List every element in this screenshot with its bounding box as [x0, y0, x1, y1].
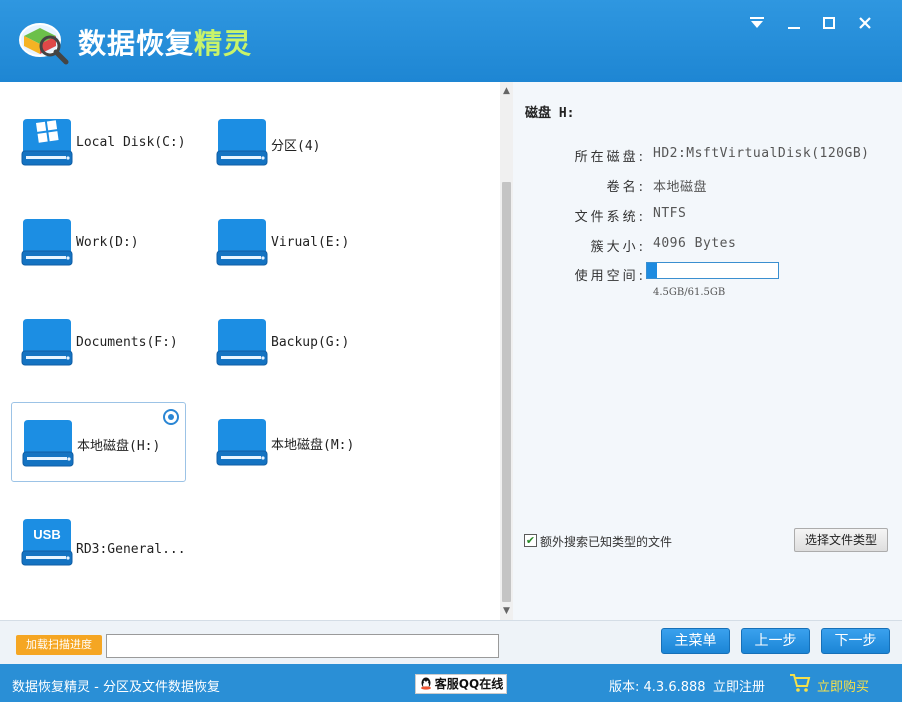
main-area: Local Disk(C:) 分区(4) Work(D:) Virual(E:)… — [0, 82, 902, 664]
buy-now-link[interactable]: 立即购买 — [817, 676, 869, 695]
status-app-description: 数据恢复精灵 - 分区及文件数据恢复 — [12, 680, 220, 695]
drive-icon — [216, 219, 268, 266]
bottom-toolbar: 加载扫描进度 主菜单 上一步 下一步 — [0, 620, 902, 664]
prev-step-button[interactable]: 上一步 — [741, 628, 810, 654]
disk-label: Virual(E:) — [271, 235, 350, 250]
drive-icon — [21, 219, 73, 266]
svg-text:USB: USB — [33, 527, 60, 542]
usage-progress-bar — [646, 262, 779, 279]
disk-item-d[interactable]: Work(D:) — [11, 202, 186, 282]
disk-item-m[interactable]: 本地磁盘(M:) — [206, 402, 381, 482]
scroll-up-icon[interactable]: ▲ — [500, 84, 513, 98]
disk-label: Local Disk(C:) — [76, 135, 186, 150]
disk-item-e[interactable]: Virual(E:) — [206, 202, 381, 282]
scan-progress-input[interactable] — [106, 634, 499, 658]
qq-penguin-icon — [421, 677, 431, 690]
disk-item-usb[interactable]: USB RD3:General... — [11, 502, 186, 582]
selected-radio-icon[interactable] — [163, 409, 179, 425]
info-value: 本地磁盘 — [653, 180, 708, 195]
app-title: 数据恢复精灵 — [78, 27, 253, 60]
drive-icon — [21, 319, 73, 366]
main-menu-button[interactable]: 主菜单 — [661, 628, 730, 654]
disk-item-g[interactable]: Backup(G:) — [206, 302, 381, 382]
maximize-button[interactable] — [816, 10, 842, 36]
windows-drive-icon — [21, 119, 73, 166]
disk-info-title: 磁盘 H: — [525, 106, 575, 121]
disk-list: Local Disk(C:) 分区(4) Work(D:) Virual(E:)… — [0, 82, 500, 620]
disk-label: Backup(G:) — [271, 335, 350, 350]
info-value-row: NTFS — [513, 206, 902, 226]
menu-dropdown-icon[interactable] — [744, 10, 770, 36]
info-value: 4096 Bytes — [653, 236, 737, 251]
info-value: NTFS — [653, 206, 687, 221]
disk-info-panel: 磁盘 H: 所在磁盘: HD2:MsftVirtualDisk(120GB) 卷… — [513, 82, 902, 620]
extra-search-checkbox[interactable]: ✔ — [524, 534, 537, 547]
info-value-row: 4096 Bytes — [513, 236, 902, 256]
drive-icon — [22, 420, 74, 467]
disk-label: 本地磁盘(H:) — [77, 439, 161, 454]
usb-drive-icon: USB — [21, 519, 73, 566]
register-link[interactable]: 立即注册 — [713, 676, 765, 695]
info-value-row: 本地磁盘 — [513, 176, 902, 196]
drive-icon — [216, 319, 268, 366]
qq-support-button[interactable]: 客服QQ在线 — [415, 674, 507, 694]
minimize-button[interactable] — [781, 10, 807, 36]
close-button[interactable] — [852, 10, 878, 36]
version-text: 版本: 4.3.6.888 — [609, 680, 706, 695]
info-row: 使用空间: — [513, 265, 646, 285]
app-logo-icon — [19, 23, 69, 65]
scrollbar[interactable]: ▲ ▼ — [500, 82, 513, 620]
disk-label: 分区(4) — [271, 139, 321, 154]
title-bar: 数据恢复精灵 — [0, 0, 902, 82]
disk-label: 本地磁盘(M:) — [271, 438, 355, 453]
disk-item-h[interactable]: 本地磁盘(H:) — [11, 402, 186, 482]
info-value-row: HD2:MsftVirtualDisk(120GB) — [513, 146, 902, 166]
usage-text: 4.5GB/61.5GB — [653, 287, 726, 298]
drive-icon — [216, 419, 268, 466]
disk-label: Work(D:) — [76, 235, 139, 250]
disk-item-f[interactable]: Documents(F:) — [11, 302, 186, 382]
cart-icon[interactable] — [789, 673, 811, 693]
load-scan-progress-button[interactable]: 加载扫描进度 — [16, 635, 102, 655]
scroll-down-icon[interactable]: ▼ — [500, 604, 513, 618]
status-bar: 数据恢复精灵 - 分区及文件数据恢复 客服QQ在线 版本: 4.3.6.888 … — [0, 664, 902, 702]
info-value: HD2:MsftVirtualDisk(120GB) — [653, 146, 870, 161]
disk-label: Documents(F:) — [76, 335, 178, 350]
drive-icon — [216, 119, 268, 166]
choose-file-type-button[interactable]: 选择文件类型 — [794, 528, 888, 552]
next-step-button[interactable]: 下一步 — [821, 628, 890, 654]
usage-progress-fill — [647, 263, 657, 278]
scroll-thumb[interactable] — [502, 182, 511, 602]
extra-search-label: 额外搜索已知类型的文件 — [540, 535, 673, 549]
info-key: 使用空间: — [574, 269, 646, 284]
qq-support-label: 客服QQ在线 — [434, 677, 504, 691]
disk-label: RD3:General... — [76, 542, 186, 557]
disk-item-partition4[interactable]: 分区(4) — [206, 102, 381, 182]
disk-item-c[interactable]: Local Disk(C:) — [11, 102, 186, 182]
